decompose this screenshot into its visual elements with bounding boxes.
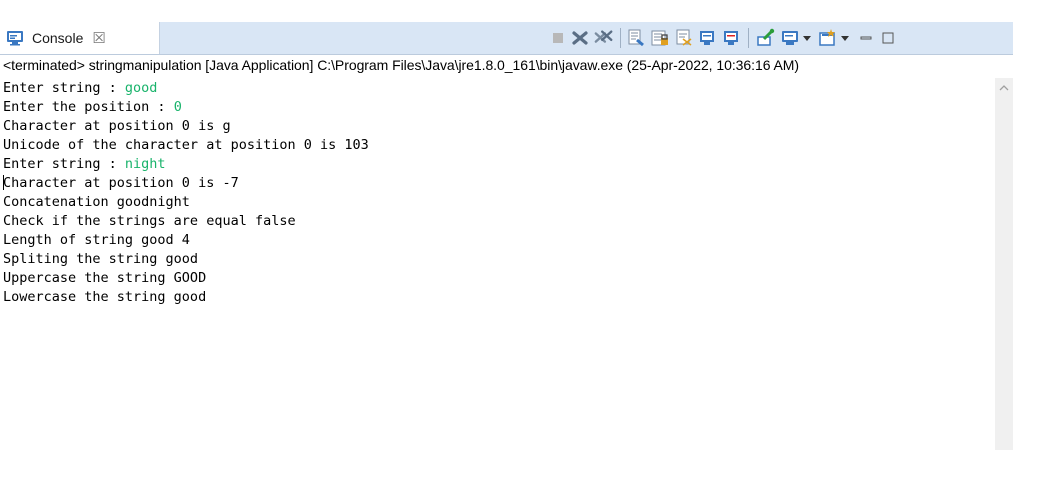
console-input-text: 0 bbox=[173, 99, 182, 115]
launch-status-line: <terminated> stringmanipulation [Java Ap… bbox=[3, 57, 800, 73]
console-output-text: Length of string good 4 bbox=[3, 232, 190, 248]
clear-console-icon[interactable] bbox=[626, 28, 646, 48]
console-output-text: Spliting the string good bbox=[3, 251, 199, 267]
console-line: Character at position 0 is g bbox=[3, 117, 993, 136]
scroll-lock-icon[interactable] bbox=[650, 28, 670, 48]
minimize-icon[interactable] bbox=[856, 28, 876, 48]
chevron-down-icon[interactable] bbox=[841, 36, 849, 41]
console-output-text: Character at position 0 is g bbox=[3, 118, 231, 134]
show-when-stderr-changes-icon[interactable] bbox=[722, 28, 742, 48]
console-line: Unicode of the character at position 0 i… bbox=[3, 136, 993, 155]
vertical-scrollbar[interactable] bbox=[995, 78, 1013, 450]
console-toolbar bbox=[0, 22, 1013, 54]
console-line: Length of string good 4 bbox=[3, 231, 993, 250]
console-output-text: Lowercase the string good bbox=[3, 289, 207, 305]
console-line: Character at position 0 is -7 bbox=[3, 174, 993, 193]
console-line: Lowercase the string good bbox=[3, 288, 993, 307]
view-tab-bar: Console ☒ bbox=[0, 22, 1013, 55]
pin-console-icon[interactable] bbox=[756, 28, 776, 48]
console-output-text: Character at position 0 is -7 bbox=[3, 175, 239, 191]
console-line: Concatenation goodnight bbox=[3, 193, 993, 212]
console-line: Enter string : good bbox=[3, 79, 993, 98]
console-output-text: Enter the position : bbox=[3, 99, 174, 115]
console-input-text: night bbox=[124, 156, 166, 172]
console-line: Uppercase the string GOOD bbox=[3, 269, 993, 288]
remove-all-terminated-icon[interactable] bbox=[594, 28, 614, 48]
console-line: Spliting the string good bbox=[3, 250, 993, 269]
console-output-text: Enter string : bbox=[3, 80, 125, 96]
console-output-text: Concatenation goodnight bbox=[3, 194, 190, 210]
console-output-text: Check if the strings are equal false bbox=[3, 213, 296, 229]
chevron-down-icon[interactable] bbox=[803, 36, 811, 41]
console-line: Enter string : night bbox=[3, 155, 993, 174]
console-output-text: Enter string : bbox=[3, 156, 125, 172]
console-output[interactable]: Enter string : good Enter the position : … bbox=[3, 79, 993, 451]
stop-icon[interactable] bbox=[548, 28, 568, 48]
maximize-icon[interactable] bbox=[878, 28, 898, 48]
scroll-up-icon[interactable] bbox=[999, 84, 1009, 92]
open-console-icon[interactable] bbox=[818, 28, 838, 48]
console-output-text: Uppercase the string GOOD bbox=[3, 270, 207, 286]
console-line: Enter the position : 0 bbox=[3, 98, 993, 117]
show-when-stdout-changes-icon[interactable] bbox=[698, 28, 718, 48]
console-output-text: Unicode of the character at position 0 i… bbox=[3, 137, 369, 153]
console-input-text: good bbox=[124, 80, 158, 96]
display-selected-console-icon[interactable] bbox=[780, 28, 800, 48]
console-line: Check if the strings are equal false bbox=[3, 212, 993, 231]
console-view: Console ☒ <terminated> stringmanipulatio… bbox=[0, 0, 1052, 477]
remove-launch-icon[interactable] bbox=[570, 28, 590, 48]
word-wrap-icon[interactable] bbox=[674, 28, 694, 48]
